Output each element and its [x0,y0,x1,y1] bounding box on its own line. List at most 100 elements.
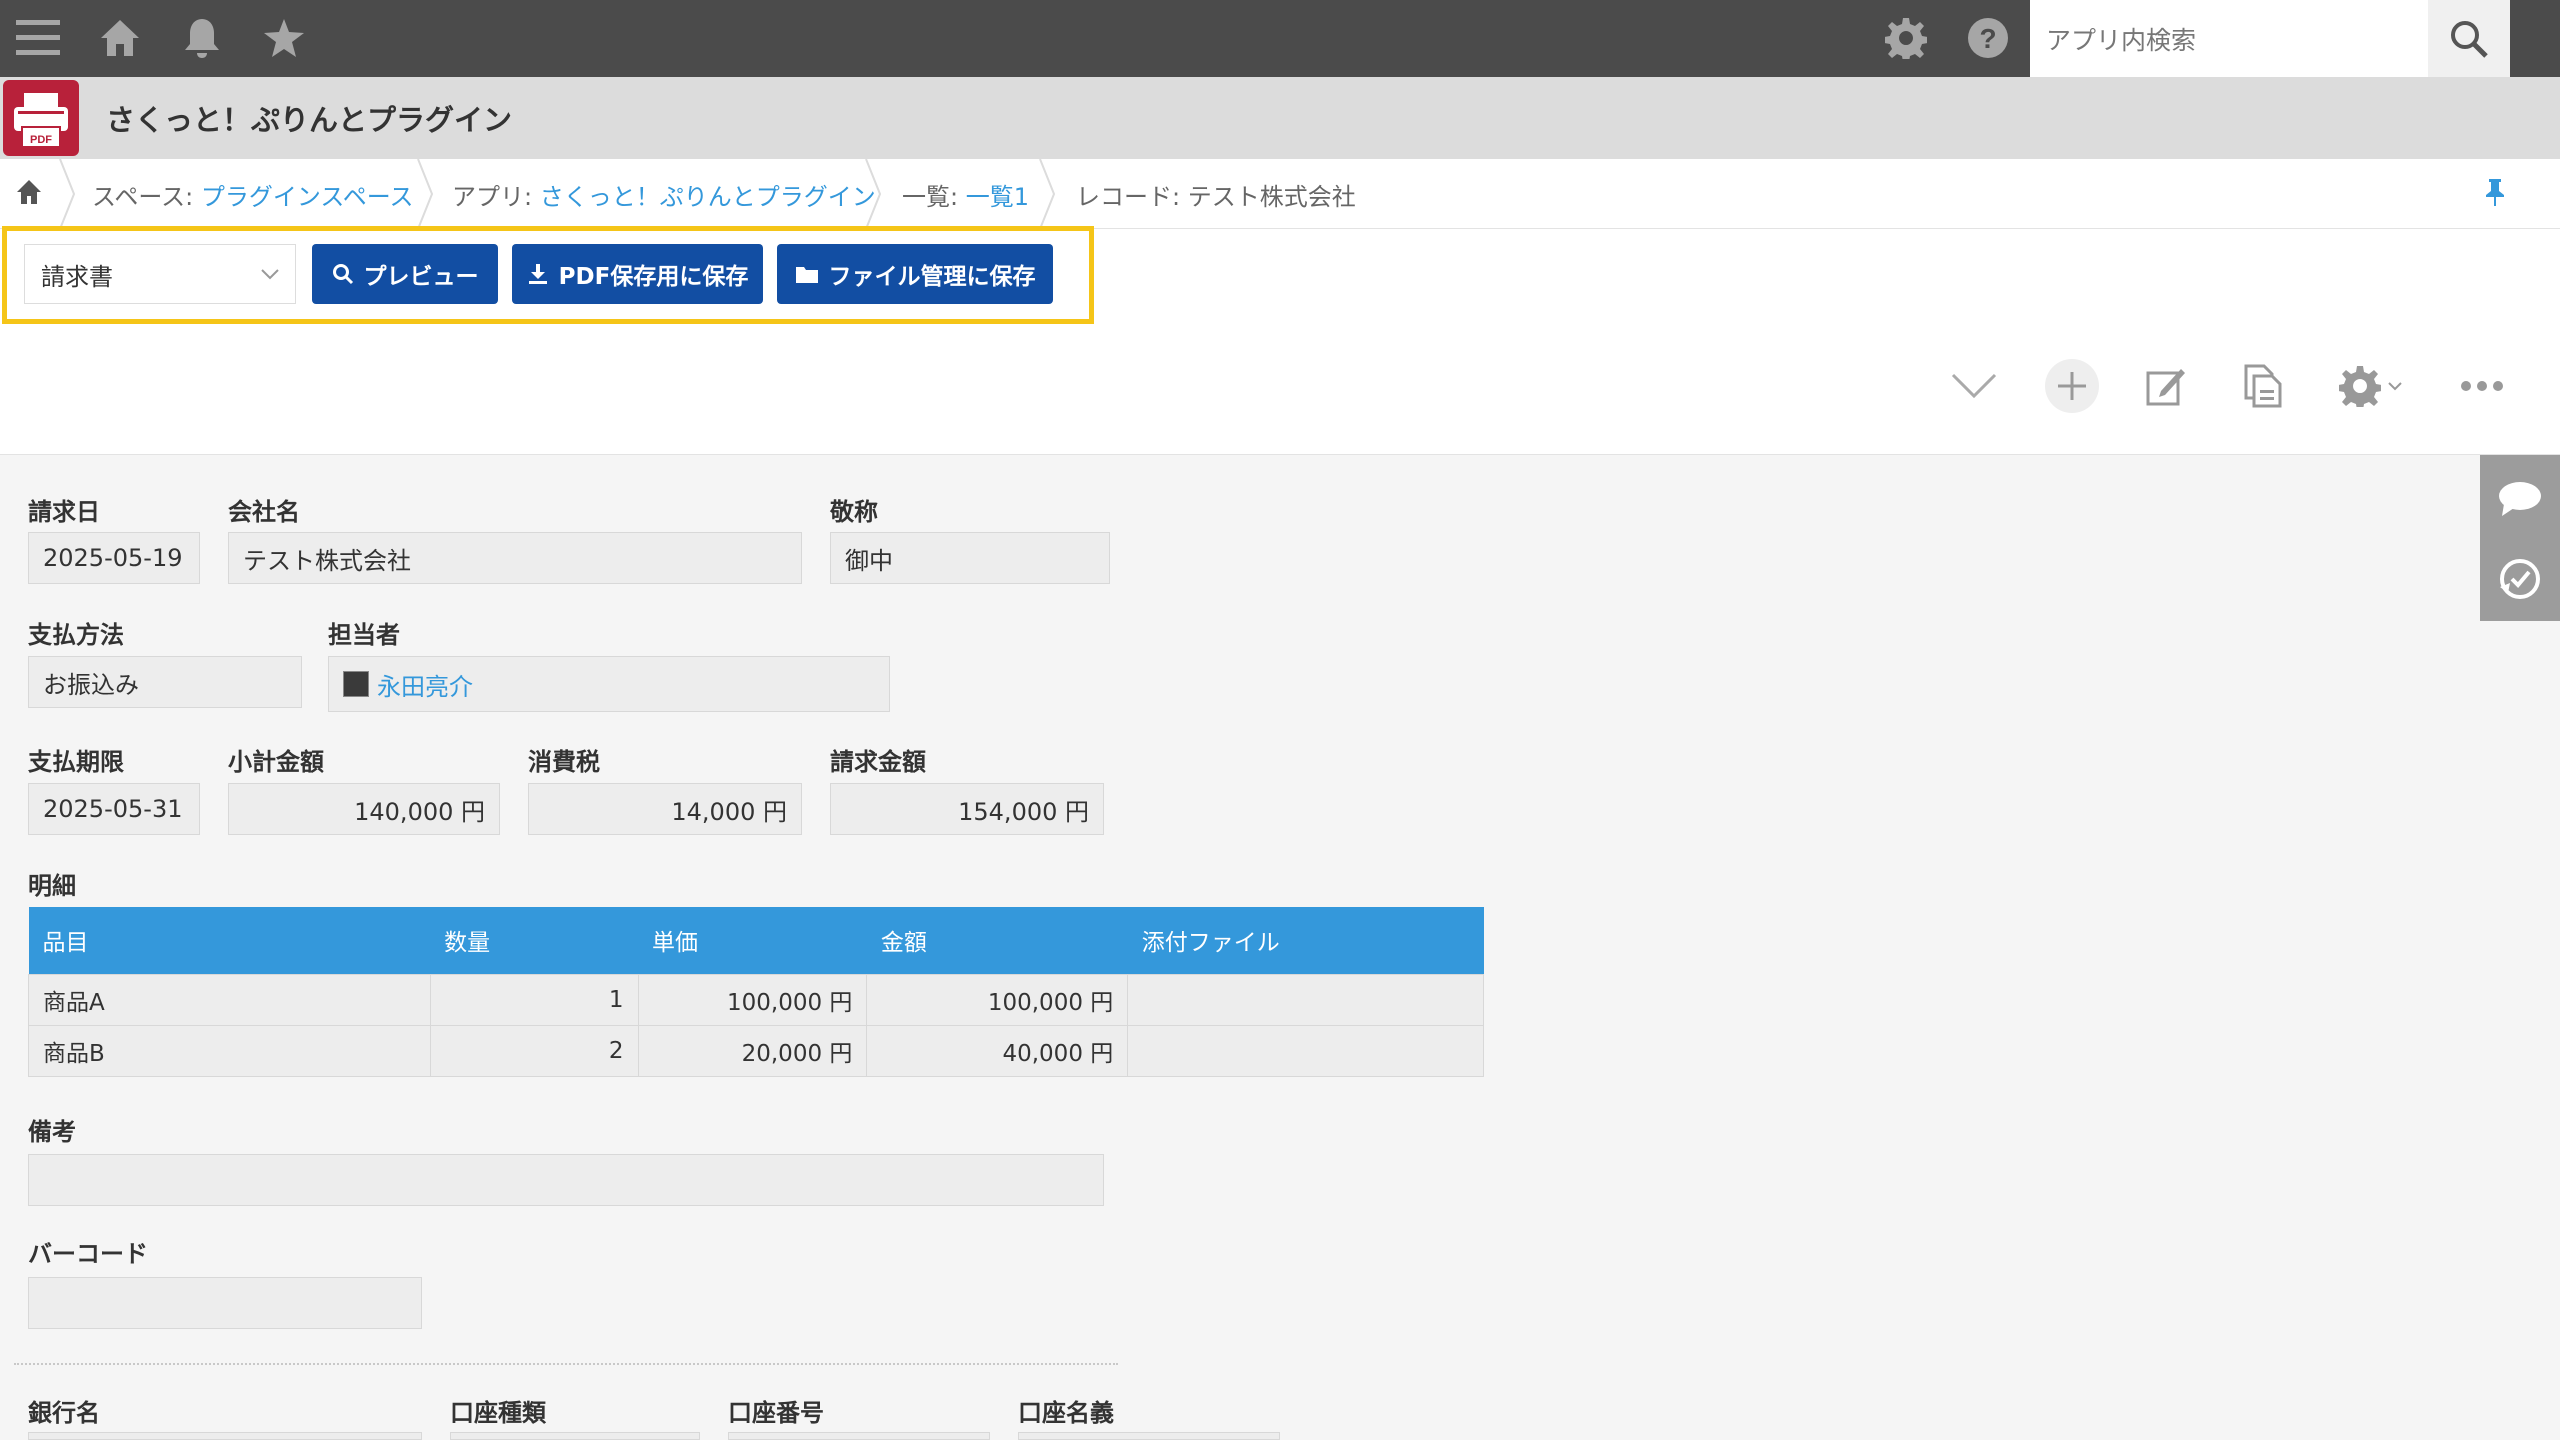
preview-button[interactable]: プレビュー [312,244,498,304]
table-cell: 商品A [28,973,431,1026]
top-bar: ? アプリ内検索 [0,0,2560,77]
due-date-field: 2025-05-31 [28,783,200,835]
remarks-field [28,1154,1104,1206]
breadcrumb-list: 一覧: 一覧1 [902,177,1029,212]
file-manage-save-button-label: ファイル管理に保存 [828,264,1036,290]
subtotal-label: 小計金額 [228,748,324,776]
table-cell: 20,000 円 [637,1024,868,1077]
app-search-input[interactable]: アプリ内検索 [2030,0,2428,77]
honorific-field: 御中 [830,532,1110,584]
chevron-down-icon [261,269,279,280]
breadcrumb-list-link[interactable]: 一覧1 [966,183,1029,211]
collapse-chevron-icon[interactable] [1944,356,2004,416]
breadcrumb-app-link[interactable]: さくっと！ぷりんとプラグイン [540,183,876,211]
user-avatar [343,671,369,697]
printer-app-icon: PDF [3,80,79,156]
section-divider [14,1363,1118,1365]
file-manage-save-button[interactable]: ファイル管理に保存 [777,244,1053,304]
breadcrumb-space: スペース: プラグインスペース [92,177,414,212]
bell-icon[interactable] [174,10,230,66]
table-row: 商品A 1 100,000 円 100,000 円 [28,973,1484,1026]
column-header: 単価 [638,907,867,974]
column-header: 数量 [430,907,639,974]
home-icon[interactable] [92,10,148,66]
person-link[interactable]: 永田亮介 [377,667,473,702]
remarks-label: 備考 [28,1118,76,1146]
invoice-date-field: 2025-05-19 [28,532,200,584]
search-button[interactable] [2428,0,2510,77]
bank-label: 銀行名 [28,1399,100,1427]
person-label: 担当者 [328,621,400,649]
person-field: 永田亮介 [328,656,890,712]
edit-record-icon[interactable] [2136,356,2196,416]
invoice-date-label: 請求日 [28,498,100,526]
more-options-icon[interactable] [2452,356,2512,416]
menu-icon[interactable] [10,10,66,66]
company-field: テスト株式会社 [228,532,802,584]
star-icon[interactable] [256,10,312,66]
barcode-label: バーコード [28,1240,148,1268]
comment-icon[interactable] [2494,473,2546,525]
history-icon[interactable] [2494,553,2546,605]
record-settings-gear-icon[interactable] [2326,356,2416,416]
tax-field: 14,000 円 [528,783,802,835]
preview-button-label: プレビュー [363,264,479,290]
account-number-field [728,1432,990,1440]
breadcrumb-space-label: スペース: [92,183,194,211]
details-table: 品目 数量 単価 金額 添付ファイル 商品A 1 100,000 円 100,0… [28,907,1484,1077]
breadcrumb-space-link[interactable]: プラグインスペース [201,183,414,211]
table-cell [1127,973,1484,1026]
account-name-label: 口座名義 [1018,1399,1114,1427]
svg-text:?: ? [1979,23,1996,54]
honorific-label: 敬称 [830,498,878,526]
table-cell: 1 [429,973,639,1026]
add-record-icon[interactable] [2042,356,2102,416]
breadcrumb: スペース: プラグインスペース アプリ: さくっと！ぷりんとプラグイン 一覧: … [0,159,2560,229]
pdf-save-button[interactable]: PDF保存用に保存 [512,244,763,304]
tax-label: 消費税 [528,748,600,776]
breadcrumb-app-label: アプリ: [452,183,533,211]
breadcrumb-record: レコード: テスト株式会社 [1076,183,1356,211]
download-icon [528,264,547,284]
total-field: 154,000 円 [830,783,1104,835]
table-cell [1127,1024,1484,1077]
account-name-field [1018,1432,1280,1440]
company-label: 会社名 [228,498,300,526]
breadcrumb-home-icon[interactable] [16,179,42,211]
folder-icon [795,267,818,283]
account-type-label: 口座種類 [450,1399,546,1427]
side-panel [2480,455,2560,621]
help-icon[interactable]: ? [1960,10,2016,66]
table-cell: 100,000 円 [637,973,868,1026]
details-label: 明細 [28,872,76,900]
bank-field [28,1432,422,1440]
table-cell: 2 [429,1024,639,1077]
app-header: PDF さくっと！ぷりんとプラグイン [0,77,2560,159]
settings-gear-icon[interactable] [1878,10,1934,66]
pdf-save-button-label: PDF保存用に保存 [558,264,749,290]
search-icon [2451,20,2488,58]
topbar-spacer [2510,0,2560,77]
duplicate-record-icon[interactable] [2232,356,2292,416]
pin-icon[interactable] [2484,177,2506,213]
due-date-label: 支払期限 [28,748,124,776]
subtotal-field: 140,000 円 [228,783,500,835]
table-header-row: 品目 数量 単価 金額 添付ファイル [28,907,1484,974]
account-type-field [450,1432,700,1440]
template-select[interactable]: 請求書 [24,244,296,304]
barcode-field [28,1277,422,1329]
svg-text:PDF: PDF [30,134,52,146]
search-placeholder: アプリ内検索 [2046,25,2197,55]
column-header: 添付ファイル [1127,907,1484,974]
table-cell: 100,000 円 [866,973,1129,1026]
breadcrumb-list-label: 一覧: [902,183,959,211]
account-number-label: 口座番号 [728,1399,824,1427]
app-title: さくっと！ぷりんとプラグイン [106,103,513,137]
template-selected-value: 請求書 [41,262,113,291]
payment-method-label: 支払方法 [28,621,124,649]
table-cell: 40,000 円 [866,1024,1129,1077]
table-row: 商品B 2 20,000 円 40,000 円 [28,1024,1484,1077]
table-cell: 商品B [28,1024,431,1077]
magnifier-icon [332,264,353,285]
breadcrumb-app: アプリ: さくっと！ぷりんとプラグイン [452,177,876,212]
